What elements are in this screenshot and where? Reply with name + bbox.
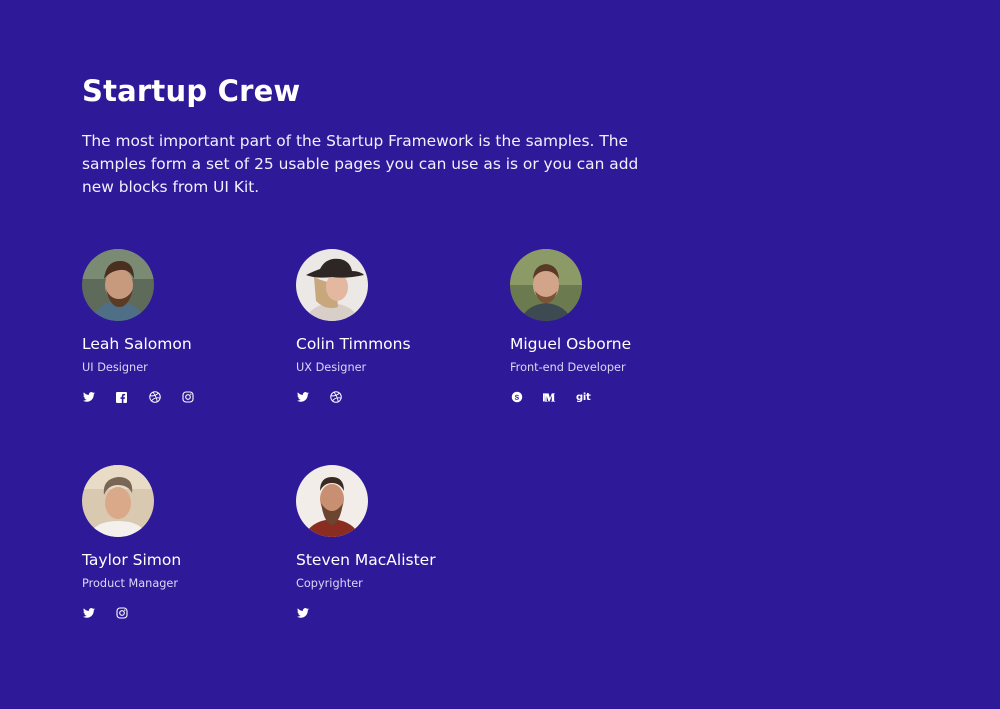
- avatar: [296, 249, 368, 321]
- git-icon[interactable]: git: [576, 391, 591, 404]
- avatar: [82, 465, 154, 537]
- team-member-card: Miguel Osborne Front-end Developer git: [510, 249, 710, 429]
- member-name: Miguel Osborne: [510, 335, 632, 353]
- team-member-card: Colin Timmons UX Designer: [296, 249, 496, 429]
- page: Startup Crew The most important part of …: [0, 0, 1000, 709]
- member-role: Copyrighter: [296, 577, 363, 590]
- social-links: [296, 390, 496, 404]
- member-role: Front-end Developer: [510, 361, 626, 374]
- section-title: Startup Crew: [82, 74, 301, 108]
- skype-icon[interactable]: [510, 391, 523, 404]
- member-name: Leah Salomon: [82, 335, 192, 353]
- team-member-card: Leah Salomon UI Designer: [82, 249, 282, 429]
- avatar: [510, 249, 582, 321]
- dribbble-icon[interactable]: [148, 391, 161, 404]
- twitter-icon[interactable]: [82, 607, 95, 620]
- medium-icon[interactable]: [543, 391, 556, 404]
- social-links: [82, 390, 282, 404]
- team-section: Startup Crew The most important part of …: [82, 72, 922, 619]
- member-role: Product Manager: [82, 577, 179, 590]
- instagram-icon[interactable]: [115, 607, 128, 620]
- member-name: Taylor Simon: [82, 551, 182, 569]
- facebook-icon[interactable]: [115, 391, 128, 404]
- social-links: git: [510, 390, 710, 404]
- member-role: UX Designer: [296, 361, 367, 374]
- social-links: [296, 606, 496, 620]
- avatar: [82, 249, 154, 321]
- twitter-icon[interactable]: [82, 391, 95, 404]
- twitter-icon[interactable]: [296, 607, 309, 620]
- team-member-card: Taylor Simon Product Manager: [82, 465, 282, 645]
- dribbble-icon[interactable]: [329, 391, 342, 404]
- instagram-icon[interactable]: [181, 391, 194, 404]
- member-role: UI Designer: [82, 361, 148, 374]
- twitter-icon[interactable]: [296, 391, 309, 404]
- member-name: Colin Timmons: [296, 335, 411, 353]
- avatar: [296, 465, 368, 537]
- team-member-card: Steven MacAlister Copyrighter: [296, 465, 496, 645]
- social-links: [82, 606, 282, 620]
- member-name: Steven MacAlister: [296, 551, 436, 569]
- section-intro: The most important part of the Startup F…: [82, 132, 639, 196]
